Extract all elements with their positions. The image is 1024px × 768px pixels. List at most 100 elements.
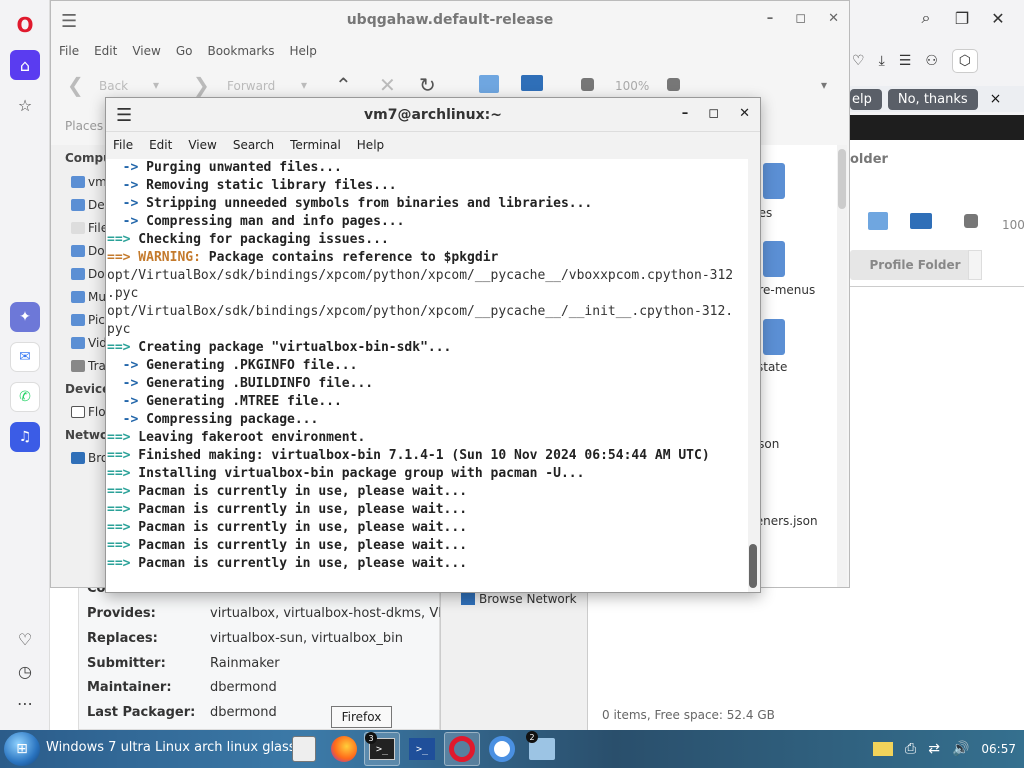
menu-view[interactable]: View [188,138,216,152]
minimize-icon[interactable]: – [682,106,689,121]
clock[interactable]: 06:57 [981,742,1016,756]
more-icon[interactable]: ⋯ [10,688,40,718]
sidebar-item[interactable]: Mu [71,290,106,304]
sidebar-item[interactable]: Do [71,244,105,258]
scrollbar-thumb[interactable] [838,149,846,209]
maximize-icon[interactable]: ◻ [708,106,719,121]
taskbar-firefox[interactable] [326,732,362,766]
scrollbar[interactable] [837,145,847,587]
package-info-page: Co Provides: virtualbox, virtualbox-host-… [50,581,850,730]
taskbar-files[interactable]: 2 [524,731,560,766]
no-thanks-button[interactable]: No, thanks [887,88,978,110]
sidebar-item[interactable]: Bro [71,451,108,465]
terminal-text: pyc [107,322,131,337]
forward-arrow-icon[interactable]: ❯ [193,73,210,97]
computer-icon[interactable] [910,213,932,229]
maximize-icon[interactable]: ◻ [795,11,806,26]
terminal-text: Installing virtualbox-bin package group … [130,466,585,481]
extensions-icon[interactable]: ⬡ [951,49,978,73]
terminal-output[interactable]: -> Purging unwanted files... -> Removing… [106,159,748,592]
terminal-titlebar: ☰ vm7@archlinux:~ – ◻ ✕ [106,98,760,132]
menu-help[interactable]: Help [290,44,317,58]
heart-icon[interactable]: ♡ [10,624,40,654]
forward-button[interactable]: Forward [227,79,275,93]
taskbar-opera[interactable] [444,732,480,766]
search-icon[interactable]: ⌕ [908,6,944,30]
close-icon[interactable]: ✕ [980,6,1016,30]
window-title: vm7@archlinux:~ [364,106,502,123]
zoom-out-icon[interactable] [581,78,594,91]
close-icon[interactable]: ✕ [828,11,839,26]
notes-icon[interactable] [873,742,894,756]
music-player-icon[interactable]: ♫ [10,422,40,452]
account-icon[interactable]: ⚇ [925,53,938,69]
back-button[interactable]: Back [99,79,128,93]
menu-help[interactable]: Help [357,138,384,152]
menu-edit[interactable]: Edit [94,44,117,58]
stop-icon[interactable]: ✕ [379,73,396,97]
sidebar-item[interactable]: File [71,221,108,235]
banner-close-icon[interactable]: × [990,91,1002,107]
printer-icon[interactable]: ⎙ [905,741,916,757]
menu-file[interactable]: File [113,138,133,152]
sidebar-item[interactable]: Vid [71,336,107,350]
profile-folder-button[interactable]: Profile Folder [850,250,980,280]
file-icon[interactable] [763,163,785,199]
sidebar-item[interactable]: Pic [71,313,105,327]
hamburger-menu-icon[interactable]: ☰ [116,105,132,126]
volume-icon[interactable]: 🔊 [952,741,969,757]
file-icon[interactable] [763,319,785,355]
sidebar-item[interactable]: Do [71,267,105,281]
menu-search[interactable]: Search [233,138,274,152]
download-icon[interactable]: ⤓ [879,53,885,69]
network-icon[interactable]: ⇄ [928,741,940,757]
taskbar-file-manager[interactable] [286,732,322,766]
aria-app-icon[interactable]: ✦ [10,302,40,332]
menu-bookmarks[interactable]: Bookmarks [207,44,274,58]
home-folder-icon[interactable] [479,75,499,93]
sidebar-item[interactable]: De [71,198,105,212]
heart-icon[interactable]: ♡ [852,53,865,69]
restore-icon[interactable]: ❐ [944,6,980,30]
zoom-out-icon[interactable] [964,214,978,228]
folder-icon[interactable] [868,212,888,230]
scrollbar-thumb[interactable] [749,544,757,588]
back-arrow-icon[interactable]: ❮ [67,73,84,97]
menu-terminal[interactable]: Terminal [290,138,341,152]
speed-dial-icon[interactable]: ☆ [10,90,40,120]
terminal-window: ☰ vm7@archlinux:~ – ◻ ✕ File Edit View S… [105,97,761,593]
chevron-down-icon[interactable]: ▾ [301,78,307,92]
browse-network-item[interactable]: Browse Network [461,592,577,606]
start-button[interactable]: ⊞ [4,732,40,766]
window-count-badge: 3 [365,732,377,744]
close-icon[interactable]: ✕ [739,106,750,121]
next-arrow-button[interactable] [968,250,982,280]
chevron-down-icon[interactable]: ▾ [821,78,827,92]
home-icon[interactable]: ⌂ [10,50,40,80]
computer-icon[interactable] [521,75,543,91]
history-icon[interactable]: ◷ [10,656,40,686]
menu-file[interactable]: File [59,44,79,58]
sidebar-item[interactable]: Flo [71,405,106,419]
taskbar-terminal[interactable]: 3 >_ [364,732,400,766]
menu-go[interactable]: Go [176,44,193,58]
reload-icon[interactable]: ↻ [419,73,436,97]
zoom-in-icon[interactable] [667,78,680,91]
sidebar-item[interactable]: Tra [71,359,106,373]
file-icon[interactable] [763,241,785,277]
scrollbar[interactable] [748,159,758,592]
whatsapp-icon[interactable]: ✆ [10,382,40,412]
taskbar-chrome[interactable] [484,732,520,766]
chevron-down-icon[interactable]: ▾ [153,78,159,92]
menu-view[interactable]: View [132,44,160,58]
help-button[interactable]: elp [850,88,882,110]
messenger-icon[interactable]: ✉ [10,342,40,372]
sidebar-item[interactable]: vm [71,175,107,189]
taskbar-powershell[interactable]: >_ [404,732,440,766]
hamburger-menu-icon[interactable]: ☰ [61,11,77,32]
opera-logo[interactable]: O [10,10,40,40]
up-arrow-icon[interactable]: ⌃ [335,73,352,97]
minimize-icon[interactable]: – [767,11,774,26]
menu-edit[interactable]: Edit [149,138,172,152]
easy-setup-icon[interactable]: ☰ [899,53,912,69]
